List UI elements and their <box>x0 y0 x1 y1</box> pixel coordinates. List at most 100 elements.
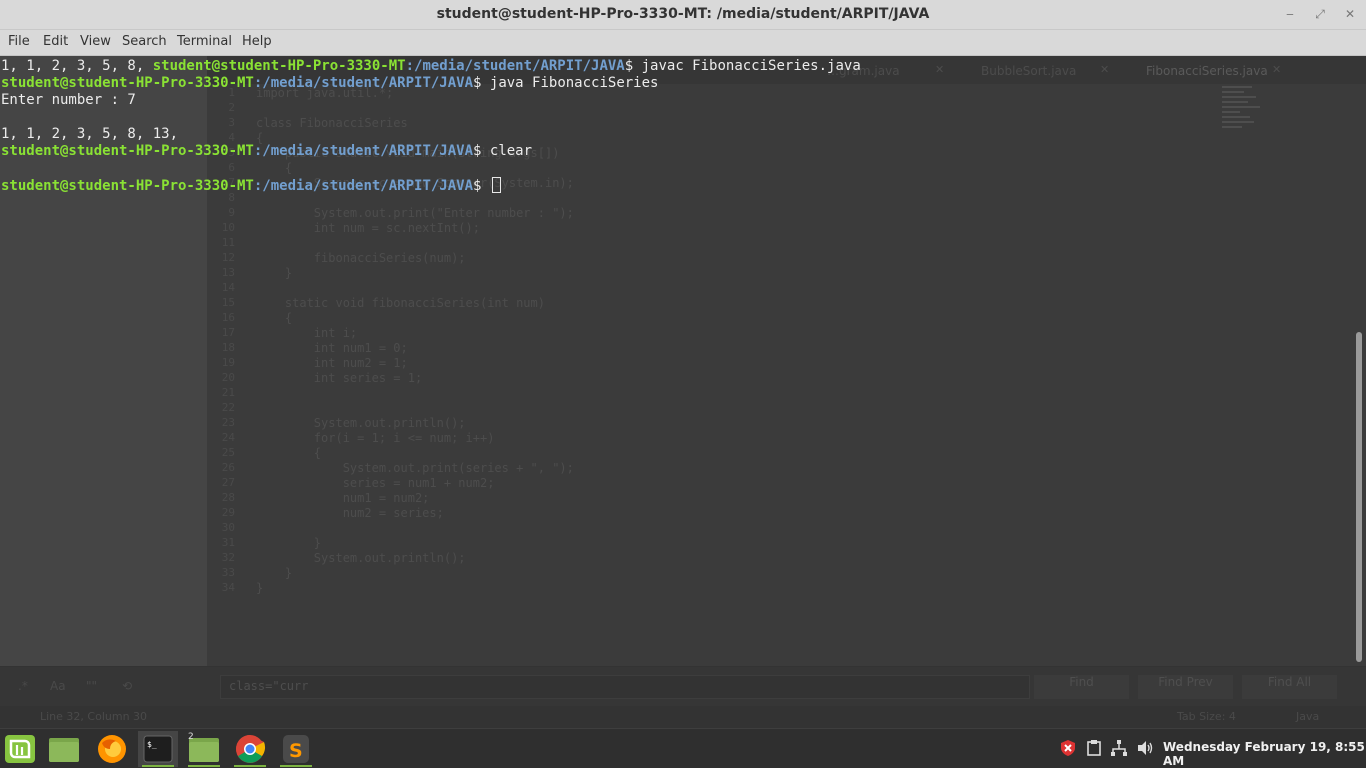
line-number: 31 <box>221 536 235 549</box>
code-line: series = num1 + num2; <box>256 476 495 490</box>
close-button[interactable]: ✕ <box>1341 5 1359 23</box>
command-text: $ java FibonacciSeries <box>473 75 659 91</box>
line-number: 28 <box>221 491 235 504</box>
code-line: } <box>256 581 264 595</box>
terminal-cursor <box>491 177 501 193</box>
code-line: for(i = 1; i <= num; i++) <box>256 431 495 445</box>
menu-edit[interactable]: Edit <box>43 34 68 49</box>
line-number: 23 <box>221 416 235 429</box>
terminal-line: Enter number : 7 <box>1 92 861 109</box>
editor-statusbar: Line 32, Column 30 Tab Size: 4 Java <box>0 706 1366 728</box>
menu-terminal[interactable]: Terminal <box>177 34 232 49</box>
code-line: fibonacciSeries(num); <box>256 251 466 265</box>
code-line: int i; <box>256 326 358 340</box>
prompt-user: student@student-HP-Pro-3330-MT <box>1 75 254 91</box>
syntax-mode: Java <box>1296 710 1320 723</box>
regex-icon: .* <box>18 679 28 693</box>
maximize-button[interactable]: ⤢ <box>1311 5 1329 23</box>
line-number: 20 <box>221 371 235 384</box>
clock[interactable]: Wednesday February 19, 8:55 AM <box>1163 740 1366 768</box>
output-text: 1, 1, 2, 3, 5, 8, 13, <box>1 126 187 142</box>
close-tab-icon: ✕ <box>1272 63 1282 76</box>
terminal-app-button[interactable]: $_ <box>138 731 178 767</box>
chrome-app-button[interactable] <box>230 731 270 767</box>
code-line: } <box>256 566 293 580</box>
clipboard-icon[interactable] <box>1085 739 1103 757</box>
terminal-area[interactable]: …gram.java ✕ BubbleSort.java ✕ Fibonacci… <box>0 56 1366 728</box>
menu-view[interactable]: View <box>80 34 111 49</box>
terminal-line: 1, 1, 2, 3, 5, 8, 13, <box>1 126 861 143</box>
code-line: System.out.println(); <box>256 416 466 430</box>
svg-text:$_: $_ <box>147 740 157 749</box>
code-line: } <box>256 266 293 280</box>
menu-search[interactable]: Search <box>122 34 167 49</box>
terminal-icon: $_ <box>143 735 173 763</box>
line-number: 27 <box>221 476 235 489</box>
line-number: 32 <box>221 551 235 564</box>
prompt-path: :/media/student/ARPIT/JAVA <box>253 75 474 91</box>
prompt-user: student@student-HP-Pro-3330-MT <box>1 143 254 159</box>
open-indicator <box>280 765 312 767</box>
case-icon: Aa <box>50 679 66 693</box>
line-number: 22 <box>221 401 235 414</box>
cursor-position: Line 32, Column 30 <box>40 710 148 723</box>
code-line: System.out.println(); <box>256 551 466 565</box>
wrap-icon: ⟲ <box>122 679 133 693</box>
line-number: 25 <box>221 446 235 459</box>
code-line: { <box>256 311 293 325</box>
open-indicator <box>188 765 220 767</box>
command-text: $ javac FibonacciSeries.java <box>624 58 861 74</box>
mint-menu-button[interactable] <box>0 731 40 767</box>
editor-tab: BubbleSort.java <box>981 64 1077 78</box>
files-app-button[interactable] <box>44 731 84 767</box>
line-number: 19 <box>221 356 235 369</box>
terminal-line: student@student-HP-Pro-3330-MT:/media/st… <box>1 143 861 160</box>
line-number: 9 <box>228 206 235 219</box>
prompt-path: :/media/student/ARPIT/JAVA <box>253 178 474 194</box>
prompt-path: :/media/student/ARPIT/JAVA <box>405 58 625 74</box>
terminal-scrollbar[interactable] <box>1356 332 1362 662</box>
firefox-icon <box>98 735 126 763</box>
menu-help[interactable]: Help <box>242 34 272 49</box>
code-line: } <box>256 536 322 550</box>
line-number: 26 <box>221 461 235 474</box>
command-text: $ clear <box>473 143 533 159</box>
editor-minimap <box>1222 86 1264 176</box>
tab-size: Tab Size: 4 <box>1177 710 1236 723</box>
window-count-badge: 2 <box>188 732 194 742</box>
open-indicator <box>234 765 266 767</box>
prompt-user: student@student-HP-Pro-3330-MT <box>152 58 406 74</box>
sublime-app-button[interactable]: S <box>276 731 316 767</box>
command-text: $ <box>473 178 490 194</box>
volume-icon[interactable] <box>1136 739 1154 757</box>
folder-icon <box>49 738 79 762</box>
code-line: int num2 = 1; <box>256 356 408 370</box>
close-tab-icon: ✕ <box>1100 63 1110 76</box>
line-number: 18 <box>221 341 235 354</box>
editor-find-bar: .* Aa "" ⟲ class="curr Find Find Prev Fi… <box>0 666 1366 706</box>
output-text: Enter number : 7 <box>1 92 136 108</box>
code-line: static void fibonacciSeries(int num) <box>256 296 545 310</box>
files-app-button-2[interactable]: 2 <box>184 731 224 767</box>
line-number: 10 <box>221 221 235 234</box>
code-line: num1 = num2; <box>256 491 430 505</box>
code-line: int series = 1; <box>256 371 423 385</box>
line-number: 14 <box>221 281 235 294</box>
network-icon[interactable] <box>1110 739 1128 757</box>
line-number: 34 <box>221 581 235 594</box>
terminal-line: student@student-HP-Pro-3330-MT:/media/st… <box>1 75 861 92</box>
find-prev-button: Find Prev <box>1138 675 1233 699</box>
find-input: class="curr <box>220 675 1030 699</box>
menu-file[interactable]: File <box>8 34 30 49</box>
line-number: 33 <box>221 566 235 579</box>
chrome-icon <box>236 735 266 763</box>
active-indicator <box>142 765 174 767</box>
find-button: Find <box>1034 675 1129 699</box>
code-line: System.out.print("Enter number : "); <box>256 206 574 220</box>
firefox-app-button[interactable] <box>92 731 132 767</box>
menu-bar: File Edit View Search Terminal Help <box>0 30 1366 56</box>
update-manager-icon[interactable] <box>1059 739 1077 757</box>
code-line: System.out.print(series + ", "); <box>256 461 574 475</box>
minimize-button[interactable]: ‒ <box>1281 5 1299 23</box>
